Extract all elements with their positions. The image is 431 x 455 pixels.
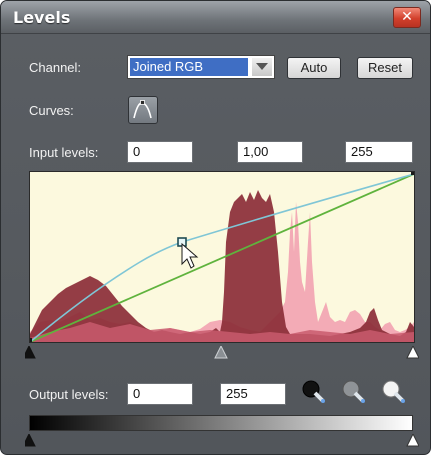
output-white-handle[interactable] — [406, 432, 420, 447]
input-black-field[interactable]: 0 — [127, 141, 193, 163]
output-black-handle[interactable] — [22, 432, 36, 447]
white-point-picker-icon[interactable] — [381, 379, 407, 405]
curve-icon — [133, 100, 152, 119]
title-bar[interactable]: Levels ✕ — [1, 1, 430, 34]
gray-point-picker-icon[interactable] — [341, 379, 367, 405]
output-levels-label: Output levels: — [29, 387, 109, 402]
output-black-field[interactable]: 0 — [127, 383, 193, 405]
curve-end-point[interactable] — [411, 172, 414, 175]
output-white-field[interactable]: 255 — [220, 383, 286, 405]
curve-start-point[interactable] — [30, 338, 32, 342]
output-gradient-bar — [29, 415, 413, 431]
channel-selected-value: Joined RGB — [130, 58, 248, 76]
curves-label: Curves: — [29, 103, 74, 118]
input-levels-label: Input levels: — [29, 145, 99, 160]
input-gamma-field[interactable]: 1,00 — [237, 141, 303, 163]
channel-select[interactable]: Joined RGB — [127, 55, 275, 79]
input-white-handle[interactable] — [406, 344, 420, 359]
input-gamma-handle[interactable] — [214, 344, 228, 359]
mouse-cursor-icon — [181, 242, 199, 269]
channel-label: Channel: — [29, 60, 82, 75]
curves-toggle-button[interactable] — [128, 96, 158, 124]
reset-button[interactable]: Reset — [357, 57, 413, 79]
black-point-picker-icon[interactable] — [301, 379, 327, 405]
input-black-handle[interactable] — [22, 344, 36, 359]
levels-graph[interactable] — [29, 171, 415, 343]
dialog-title: Levels — [13, 8, 71, 27]
output-slider[interactable] — [22, 432, 420, 447]
close-button[interactable]: ✕ — [393, 7, 421, 28]
input-slider[interactable] — [22, 344, 420, 359]
levels-dialog: Levels ✕ Channel: Joined RGB Auto Reset … — [0, 0, 431, 455]
input-white-field[interactable]: 255 — [345, 141, 413, 163]
auto-button[interactable]: Auto — [287, 57, 341, 79]
chevron-down-icon[interactable] — [252, 58, 272, 76]
